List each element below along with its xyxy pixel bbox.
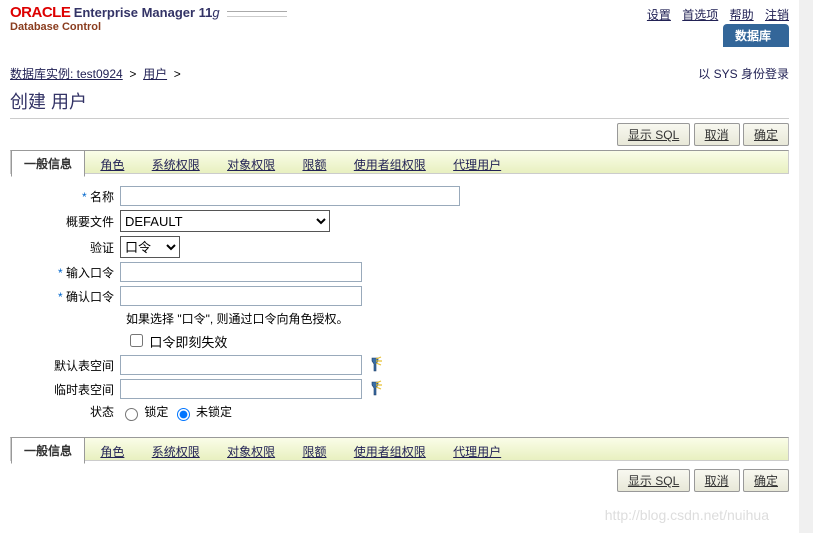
enter-password-label: 输入口令 xyxy=(66,266,114,280)
auth-label: 验证 xyxy=(10,239,120,256)
button-row-top: 显示 SQL 取消 确定 xyxy=(10,123,789,146)
tab-system-privileges[interactable]: 系统权限 xyxy=(140,152,212,177)
expire-password-label: 口令即刻失效 xyxy=(149,335,227,350)
confirm-password-label: 确认口令 xyxy=(66,290,114,304)
tab-roles-bottom[interactable]: 角色 xyxy=(88,439,136,464)
cancel-button-bottom[interactable]: 取消 xyxy=(694,469,740,492)
show-sql-button-bottom[interactable]: 显示 SQL xyxy=(617,469,690,492)
tab-row-bottom: 一般信息 角色 系统权限 对象权限 限额 使用者组权限 代理用户 xyxy=(10,437,789,461)
cancel-button[interactable]: 取消 xyxy=(694,123,740,146)
preferences-link[interactable]: 首选项 xyxy=(682,8,718,22)
tab-roles[interactable]: 角色 xyxy=(88,152,136,177)
tab-quotas[interactable]: 限额 xyxy=(290,152,338,177)
button-row-bottom: 显示 SQL 取消 确定 xyxy=(10,469,789,492)
flashlight-icon[interactable] xyxy=(366,356,384,374)
name-input[interactable] xyxy=(120,186,460,206)
auth-select[interactable]: 口令 xyxy=(120,236,180,258)
header-rule xyxy=(227,11,287,17)
tab-object-privileges[interactable]: 对象权限 xyxy=(215,152,287,177)
tab-general[interactable]: 一般信息 xyxy=(11,150,85,177)
form-area: * 名称 概要文件 DEFAULT 验证 口令 * 输入口令 * 确认口令 如果… xyxy=(10,174,789,433)
status-label: 状态 xyxy=(10,403,120,420)
breadcrumb: 以 SYS 身份登录 数据库实例: test0924 > 用户 > xyxy=(10,65,789,82)
watermark: http://blog.csdn.net/nuihua xyxy=(605,507,769,523)
show-sql-button[interactable]: 显示 SQL xyxy=(617,123,690,146)
tab-consumer-groups[interactable]: 使用者组权限 xyxy=(342,152,438,177)
temp-tablespace-input[interactable] xyxy=(120,379,362,399)
tab-row-top: 一般信息 角色 系统权限 对象权限 限额 使用者组权限 代理用户 xyxy=(10,150,789,174)
profile-label: 概要文件 xyxy=(10,213,120,230)
tab-general-bottom[interactable]: 一般信息 xyxy=(11,437,85,464)
header: ORACLE Enterprise Manager 11g Database C… xyxy=(0,0,799,33)
tab-quotas-bottom[interactable]: 限额 xyxy=(290,439,338,464)
confirm-password-input[interactable] xyxy=(120,286,362,306)
product-g: g xyxy=(212,5,219,20)
status-unlocked-radio[interactable] xyxy=(177,408,190,421)
enter-password-input[interactable] xyxy=(120,262,362,282)
help-link[interactable]: 帮助 xyxy=(730,8,754,22)
tab-system-privileges-bottom[interactable]: 系统权限 xyxy=(140,439,212,464)
breadcrumb-users[interactable]: 用户 xyxy=(143,67,167,81)
status-locked-radio[interactable] xyxy=(125,408,138,421)
tab-proxy-users[interactable]: 代理用户 xyxy=(441,152,513,177)
login-as: 以 SYS 身份登录 xyxy=(698,65,789,82)
oracle-logo: ORACLE xyxy=(10,4,70,21)
settings-link[interactable]: 设置 xyxy=(647,8,671,22)
flashlight-icon[interactable] xyxy=(366,380,384,398)
page-title: 创建 用户 xyxy=(10,88,789,114)
product-title: Enterprise Manager 11 xyxy=(74,5,213,20)
ok-button-bottom[interactable]: 确定 xyxy=(743,469,789,492)
status-unlocked-option[interactable]: 未锁定 xyxy=(172,403,232,421)
status-locked-option[interactable]: 锁定 xyxy=(120,403,168,421)
separator xyxy=(10,118,789,119)
tab-consumer-groups-bottom[interactable]: 使用者组权限 xyxy=(342,439,438,464)
default-tablespace-input[interactable] xyxy=(120,355,362,375)
expire-password-checkbox[interactable] xyxy=(130,334,143,347)
password-hint: 如果选择 "口令", 则通过口令向角色授权。 xyxy=(126,310,789,327)
name-label: 名称 xyxy=(90,190,114,204)
logout-link[interactable]: 注销 xyxy=(765,8,789,22)
tab-proxy-users-bottom[interactable]: 代理用户 xyxy=(441,439,513,464)
default-tablespace-label: 默认表空间 xyxy=(10,357,120,374)
tab-object-privileges-bottom[interactable]: 对象权限 xyxy=(215,439,287,464)
profile-select[interactable]: DEFAULT xyxy=(120,210,330,232)
top-links: 设置 首选项 帮助 注销 xyxy=(639,6,789,23)
temp-tablespace-label: 临时表空间 xyxy=(10,381,120,398)
breadcrumb-instance[interactable]: 数据库实例: test0924 xyxy=(10,67,123,81)
ok-button[interactable]: 确定 xyxy=(743,123,789,146)
database-tab[interactable]: 数据库 xyxy=(723,24,789,47)
